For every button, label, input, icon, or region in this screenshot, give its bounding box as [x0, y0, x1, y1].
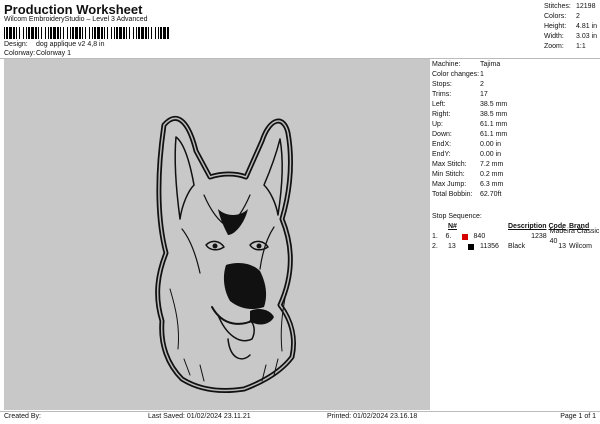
info-value: 6.3 mm [480, 181, 504, 188]
stat-label: Colors: [544, 13, 567, 20]
stat-label: Stitches: [544, 3, 571, 10]
created-by: Created By: [4, 413, 41, 420]
info-row: Max Stitch: 7.2 mm [432, 160, 507, 170]
info-value: 61.1 mm [480, 131, 508, 138]
info-value: 2 [480, 81, 484, 88]
info-label: Min Stitch: [432, 171, 465, 178]
last-saved: Last Saved: 01/02/2024 23.11.21 [148, 413, 251, 420]
design-value: dog applique v2 4,8 in [36, 41, 105, 48]
info-label: Left: [432, 101, 446, 108]
barcode-image [4, 27, 169, 39]
info-value: 7.2 mm [480, 161, 504, 168]
color-swatch [468, 244, 474, 250]
stat-row: Colors: 2 [544, 12, 597, 22]
info-label: Down: [432, 131, 452, 138]
stats-panel: Stitches: 12198 Colors: 2 Height: 4.81 in W… [544, 2, 597, 52]
stat-value: 12198 [576, 3, 596, 10]
stat-row: Stitches: 12198 [544, 2, 597, 12]
info-label: Trims: [432, 91, 452, 98]
info-label: Total Bobbin: [432, 191, 473, 198]
info-label: EndY: [432, 151, 451, 158]
color-swatch [462, 234, 468, 240]
row-needle: 13 [448, 243, 456, 250]
info-label: Up: [432, 121, 443, 128]
info-row: Total Bobbin: 62.70ft [432, 190, 507, 200]
info-row: Up: 61.1 mm [432, 120, 507, 130]
info-value: 38.5 mm [480, 111, 508, 118]
info-row: EndY: 0.00 in [432, 150, 507, 160]
info-value: 1 [480, 71, 484, 78]
stop-sequence-table: N# Description Code Brand 1. 6. 840 1238… [432, 222, 600, 252]
info-row: Left: 38.5 mm [432, 100, 507, 110]
footer-divider [0, 411, 600, 412]
info-value: 0.00 in [480, 151, 502, 158]
stat-value: 3.03 in [576, 33, 598, 40]
info-value: Tajima [480, 61, 501, 68]
colorway-label: Colorway: [4, 50, 36, 57]
page-number: Page 1 of 1 [560, 413, 596, 420]
info-value: 0.2 mm [480, 171, 504, 178]
info-label: Right: [432, 111, 451, 118]
design-preview [4, 59, 430, 410]
info-label: Max Jump: [432, 181, 467, 188]
info-label: EndX: [432, 141, 452, 148]
row-code: 1238 [531, 233, 547, 240]
info-row: Machine: Tajima [432, 60, 507, 70]
stat-value: 4.81 in [576, 23, 598, 30]
printed-date: Printed: 01/02/2024 23.16.18 [327, 413, 418, 420]
info-value: 61.1 mm [480, 121, 508, 128]
row-color-code: 840 [473, 233, 486, 240]
stat-row: Width: 3.03 in [544, 32, 597, 42]
colorway-value: Colorway 1 [36, 50, 72, 57]
stat-label: Zoom: [544, 43, 564, 50]
info-value: 17 [480, 91, 488, 98]
header-n: N# [448, 223, 457, 230]
row-color-code: 11356 [480, 243, 499, 250]
info-label: Max Stitch: [432, 161, 467, 168]
stat-row: Zoom: 1:1 [544, 42, 597, 52]
row-description: Black [508, 243, 526, 250]
info-value: 38.5 mm [480, 101, 508, 108]
stop-sequence-title: Stop Sequence: [432, 213, 482, 220]
row-brand: Wilcom [569, 243, 592, 250]
dog-applique-design-image [155, 115, 296, 394]
row-index: 1. [432, 233, 438, 240]
stat-label: Height: [544, 23, 567, 30]
software-subtitle: Wilcom EmbroideryStudio – Level 3 Advanc… [4, 16, 148, 23]
info-value: 62.70ft [480, 191, 502, 198]
info-row: Min Stitch: 0.2 mm [432, 170, 507, 180]
info-row: Trims: 17 [432, 90, 507, 100]
stat-value: 1:1 [576, 43, 586, 50]
row-index: 2. [432, 243, 438, 250]
info-row: Color changes: 1 [432, 70, 507, 80]
stat-row: Height: 4.81 in [544, 22, 597, 32]
header-description: Description [508, 223, 547, 230]
colorway-row: Colorway: Colorway 1 [4, 50, 71, 57]
info-label: Color changes: [432, 71, 480, 78]
table-row: 1. 6. 840 1238 Madeira Classic 40 [432, 228, 600, 245]
info-value: 0.00 in [480, 141, 502, 148]
info-row: Max Jump: 6.3 mm [432, 180, 507, 190]
stat-value: 2 [576, 13, 580, 20]
design-row: Design: dog applique v2 4,8 in [4, 41, 105, 48]
table-row: 2. 13 11356 Black 13 Wilcom [432, 242, 600, 252]
info-row: Down: 61.1 mm [432, 130, 507, 140]
design-label: Design: [4, 41, 28, 48]
info-row: EndX: 0.00 in [432, 140, 507, 150]
info-label: Machine: [432, 61, 461, 68]
machine-info-panel: Machine: Tajima Color changes: 1 Stops: 2 T… [432, 60, 507, 200]
info-row: Right: 38.5 mm [432, 110, 507, 120]
info-label: Stops: [432, 81, 452, 88]
row-needle: 6. [445, 233, 452, 240]
page-title: Production Worksheet [4, 2, 143, 17]
row-code: 13 [558, 243, 566, 250]
info-row: Stops: 2 [432, 80, 507, 90]
stat-label: Width: [544, 33, 564, 40]
